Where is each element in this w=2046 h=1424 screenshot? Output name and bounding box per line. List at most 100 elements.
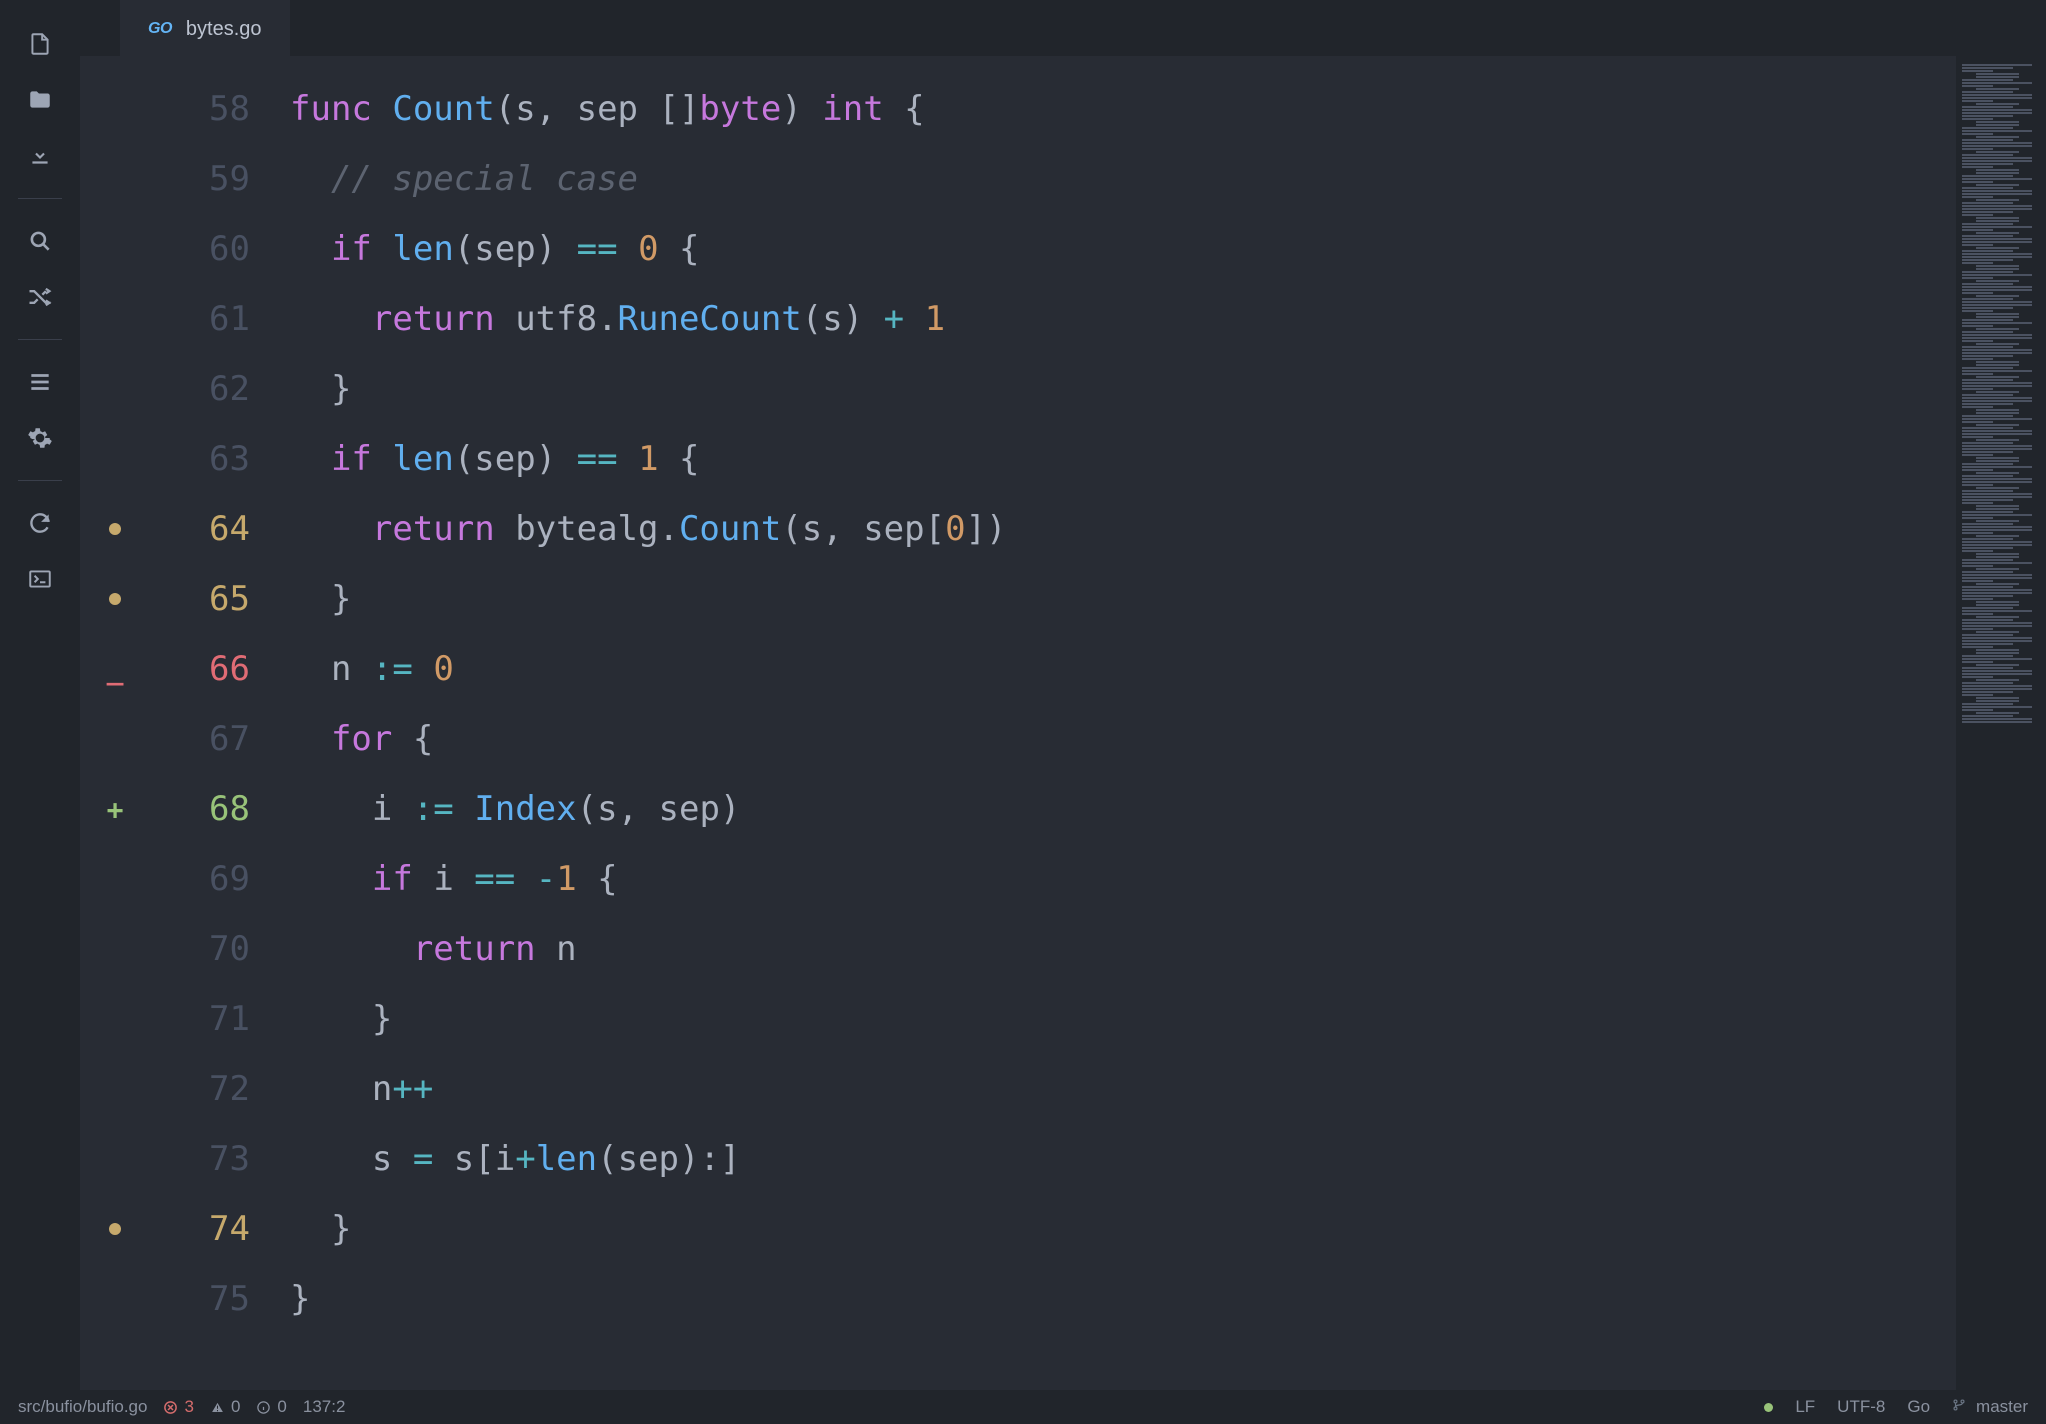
status-info[interactable]: 0	[256, 1397, 286, 1417]
line-number[interactable]: 70	[150, 929, 290, 969]
minimap-line	[1962, 145, 2032, 147]
line-number[interactable]: 58	[150, 89, 290, 129]
code-line[interactable]: s = s[i+len(sep):]	[290, 1124, 1956, 1194]
code-line[interactable]: }	[290, 354, 1956, 424]
line-number[interactable]: 75	[150, 1279, 290, 1319]
code-line[interactable]: // special case	[290, 144, 1956, 214]
line-number[interactable]: 73	[150, 1139, 290, 1179]
minimap-line	[1962, 541, 2032, 543]
line-number[interactable]: 67	[150, 719, 290, 759]
settings-icon[interactable]	[16, 414, 64, 462]
minimap-line	[1976, 568, 2019, 570]
line-marker	[80, 523, 150, 535]
status-encoding[interactable]: UTF-8	[1837, 1397, 1885, 1417]
minimap-line	[1976, 151, 2019, 153]
minimap-line	[1962, 580, 1993, 582]
code-line[interactable]: }	[290, 1194, 1956, 1264]
tabs-spacer	[80, 0, 120, 56]
tab-bytes-go[interactable]: GO bytes.go	[120, 0, 290, 56]
minimap-line	[1962, 523, 2013, 525]
line-number[interactable]: 61	[150, 299, 290, 339]
code-line[interactable]: }	[290, 984, 1956, 1054]
status-path[interactable]: src/bufio/bufio.go	[18, 1397, 147, 1417]
minimap-line	[1976, 280, 2019, 282]
line-marker: _	[80, 653, 150, 686]
code-line[interactable]: return bytealg.Count(s, sep[0])	[290, 494, 1956, 564]
minimap-line	[1976, 364, 2019, 366]
minimap-line	[1976, 424, 2019, 426]
new-file-icon[interactable]	[16, 20, 64, 68]
minimap-line	[1976, 172, 2019, 174]
line-number[interactable]: 59	[150, 159, 290, 199]
line-number[interactable]: 64	[150, 509, 290, 549]
line-number[interactable]: 66	[150, 649, 290, 689]
minimap-line	[1962, 451, 2013, 453]
minimap-line	[1962, 157, 2032, 159]
code-line[interactable]: n := 0	[290, 634, 1956, 704]
folder-icon[interactable]	[16, 76, 64, 124]
download-icon[interactable]	[16, 132, 64, 180]
code-line[interactable]: i := Index(s, sep)	[290, 774, 1956, 844]
code-line[interactable]: return utf8.RuneCount(s) + 1	[290, 284, 1956, 354]
tab-bar: GO bytes.go	[80, 0, 2046, 56]
minimap-line	[1962, 139, 2013, 141]
minimap-line	[1962, 445, 2032, 447]
minimap-line	[1976, 508, 2019, 510]
code-line[interactable]: if i == -1 {	[290, 844, 1956, 914]
code-line[interactable]: }	[290, 1264, 1956, 1334]
search-icon[interactable]	[16, 217, 64, 265]
line-number[interactable]: 65	[150, 579, 290, 619]
minimap-line	[1962, 511, 2013, 513]
minimap-line	[1962, 592, 2032, 594]
minimap-line	[1976, 631, 2019, 633]
code-line[interactable]: for {	[290, 704, 1956, 774]
minimap-line	[1962, 100, 1993, 102]
status-errors[interactable]: 3	[163, 1397, 193, 1417]
line-number-row: 66	[150, 634, 290, 704]
status-warnings[interactable]: 0	[210, 1397, 240, 1417]
minimap-line	[1962, 598, 1993, 600]
code-line[interactable]: }	[290, 564, 1956, 634]
gutter-marker-row	[80, 1264, 150, 1334]
minimap-line	[1962, 388, 1993, 390]
status-eol[interactable]: LF	[1795, 1397, 1815, 1417]
editor-body[interactable]: _+ 585960616263646566676869707172737475 …	[80, 56, 2046, 1390]
go-lang-icon: GO	[148, 20, 172, 38]
reload-icon[interactable]	[16, 499, 64, 547]
code-line[interactable]: if len(sep) == 0 {	[290, 214, 1956, 284]
line-number[interactable]: 63	[150, 439, 290, 479]
minimap-line	[1962, 238, 2032, 240]
minimap-line	[1976, 487, 2019, 489]
status-cursor[interactable]: 137:2	[303, 1397, 346, 1417]
minimap-line	[1962, 304, 2032, 306]
line-number[interactable]: 71	[150, 999, 290, 1039]
status-lang[interactable]: Go	[1907, 1397, 1930, 1417]
code-line[interactable]: if len(sep) == 1 {	[290, 424, 1956, 494]
status-branch[interactable]: master	[1952, 1397, 2028, 1417]
gutter-marker-row	[80, 1054, 150, 1124]
line-number[interactable]: 60	[150, 229, 290, 269]
line-number[interactable]: 74	[150, 1209, 290, 1249]
code-line[interactable]: n++	[290, 1054, 1956, 1124]
minimap-line	[1962, 562, 2032, 564]
minimap-line	[1962, 154, 2013, 156]
minimap-line	[1962, 484, 1993, 486]
menu-icon[interactable]	[16, 358, 64, 406]
code-area[interactable]: func Count(s, sep []byte) int { // speci…	[290, 56, 1956, 1390]
line-number[interactable]: 62	[150, 369, 290, 409]
gutter-marker-row	[80, 844, 150, 914]
minimap[interactable]	[1956, 56, 2046, 1390]
minimap-line	[1962, 235, 2013, 237]
line-number[interactable]: 68	[150, 789, 290, 829]
line-number[interactable]: 69	[150, 859, 290, 899]
minimap-line	[1962, 115, 2013, 117]
minimap-line	[1962, 283, 2013, 285]
main-area: GO bytes.go _+ 5859606162636465666768697…	[0, 0, 2046, 1390]
line-number[interactable]: 72	[150, 1069, 290, 1109]
code-line[interactable]: func Count(s, sep []byte) int {	[290, 74, 1956, 144]
minimap-line	[1962, 289, 2032, 291]
minimap-line	[1962, 133, 1993, 135]
shuffle-icon[interactable]	[16, 273, 64, 321]
code-line[interactable]: return n	[290, 914, 1956, 984]
terminal-icon[interactable]	[16, 555, 64, 603]
